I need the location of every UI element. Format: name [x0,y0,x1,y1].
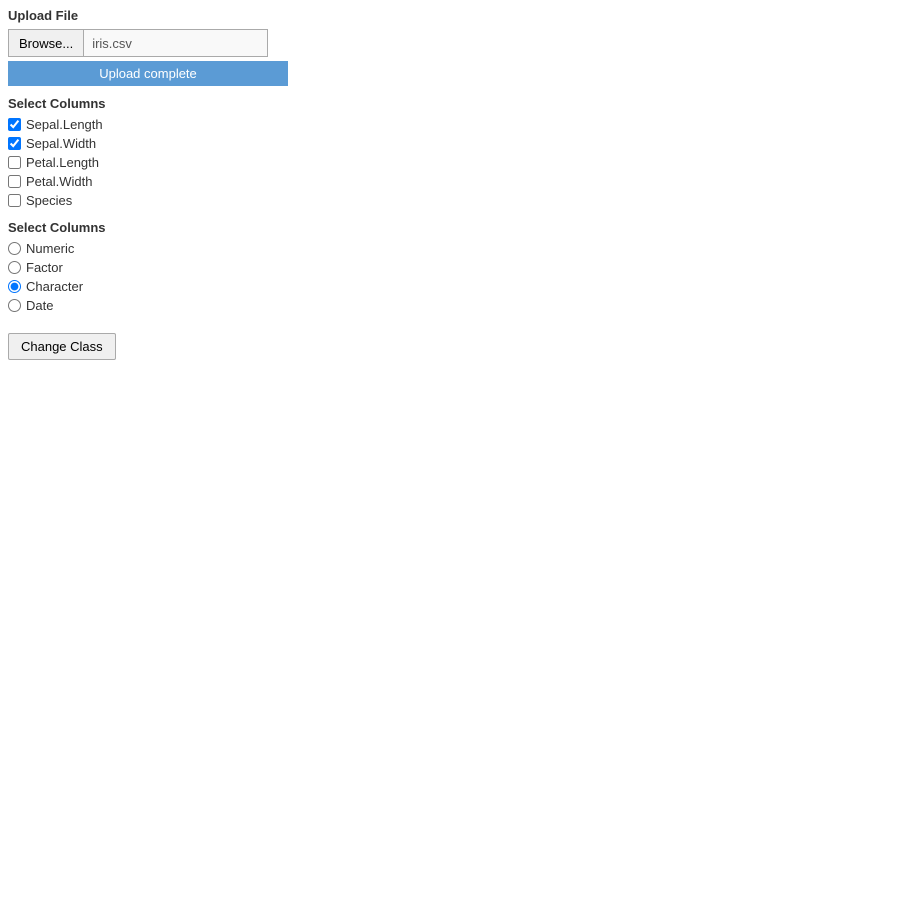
browse-button[interactable]: Browse... [8,29,83,57]
checkbox-item-petal-width[interactable]: Petal.Width [8,174,889,189]
checkbox-sepal-width[interactable] [8,137,21,150]
select-columns-checkbox-title: Select Columns [8,96,889,111]
checkbox-label-petal-width: Petal.Width [26,174,92,189]
radio-item-numeric[interactable]: Numeric [8,241,889,256]
radio-factor[interactable] [8,261,21,274]
file-name-display: iris.csv [83,29,268,57]
checkbox-label-sepal-width: Sepal.Width [26,136,96,151]
radio-label-factor: Factor [26,260,63,275]
radio-date[interactable] [8,299,21,312]
radio-item-date[interactable]: Date [8,298,889,313]
checkbox-label-petal-length: Petal.Length [26,155,99,170]
upload-section-title: Upload File [8,8,889,23]
checkbox-species[interactable] [8,194,21,207]
select-columns-radio-section: Select Columns Numeric Factor Character … [8,220,889,313]
radio-item-factor[interactable]: Factor [8,260,889,275]
checkbox-petal-width[interactable] [8,175,21,188]
radio-numeric[interactable] [8,242,21,255]
file-input-row: Browse... iris.csv [8,29,889,57]
radio-character[interactable] [8,280,21,293]
radio-label-date: Date [26,298,53,313]
checkbox-label-species: Species [26,193,72,208]
change-class-button[interactable]: Change Class [8,333,116,360]
checkbox-sepal-length[interactable] [8,118,21,131]
upload-complete-status: Upload complete [8,61,288,86]
checkbox-petal-length[interactable] [8,156,21,169]
radio-item-character[interactable]: Character [8,279,889,294]
select-columns-checkbox-section: Select Columns Sepal.Length Sepal.Width … [8,96,889,208]
upload-section: Upload File Browse... iris.csv Upload co… [8,8,889,86]
checkbox-label-sepal-length: Sepal.Length [26,117,103,132]
checkbox-item-petal-length[interactable]: Petal.Length [8,155,889,170]
checkbox-item-species[interactable]: Species [8,193,889,208]
checkbox-item-sepal-length[interactable]: Sepal.Length [8,117,889,132]
select-columns-radio-title: Select Columns [8,220,889,235]
radio-label-character: Character [26,279,83,294]
radio-label-numeric: Numeric [26,241,74,256]
checkbox-item-sepal-width[interactable]: Sepal.Width [8,136,889,151]
